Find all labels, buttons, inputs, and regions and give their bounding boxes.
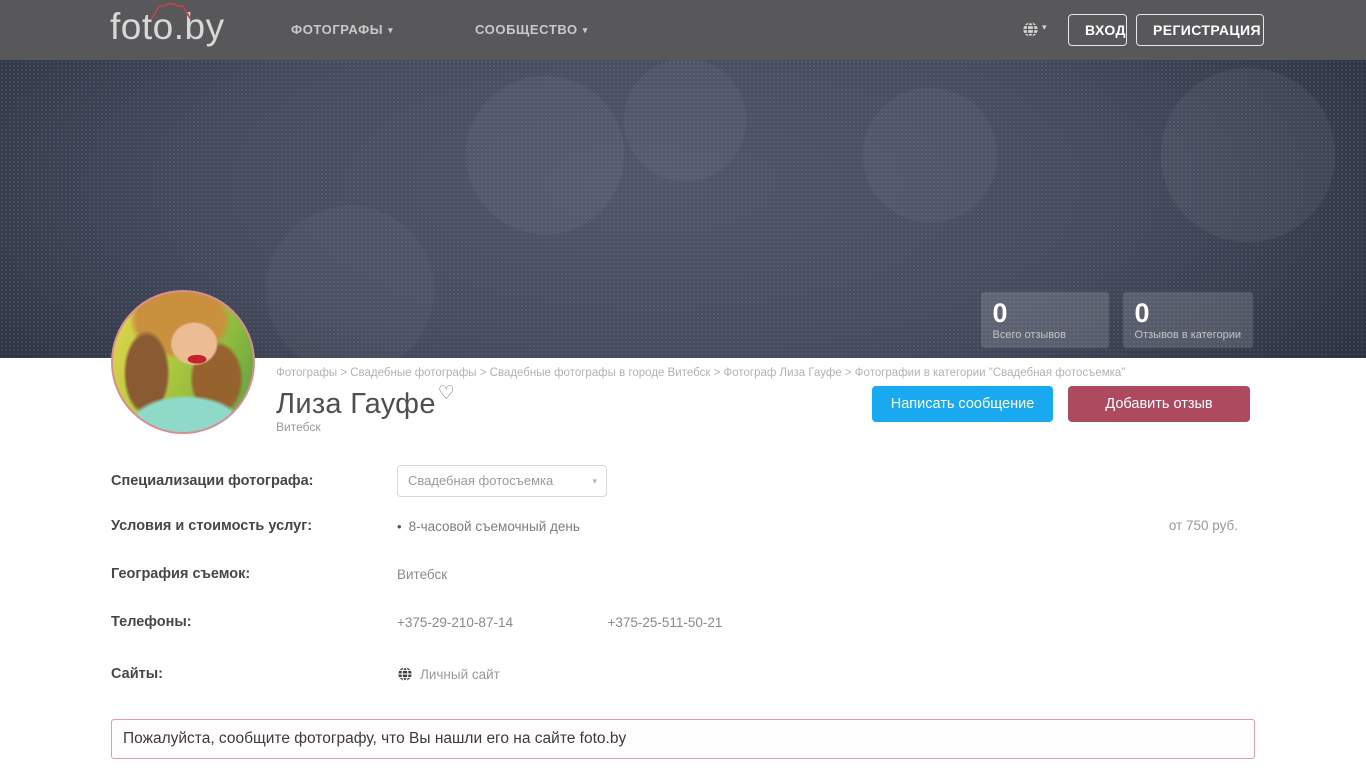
main-content: Фотографы > Свадебные фотографы > Свадеб… xyxy=(0,290,1366,768)
site-link-label: Личный сайт xyxy=(420,666,500,682)
pricing-item: 8-часовой съемочный день xyxy=(408,519,580,534)
geography-label: География съемок: xyxy=(111,566,251,582)
photographer-avatar[interactable] xyxy=(111,290,255,434)
notice-banner: Пожалуйста, сообщите фотографу, что Вы н… xyxy=(111,719,1255,759)
nav-item-community[interactable]: СООБЩЕСТВО ▾ xyxy=(475,0,588,60)
login-button[interactable]: ВХОД xyxy=(1068,14,1127,46)
nav-item-photographers[interactable]: ФОТОГРАФЫ ▾ xyxy=(291,0,393,60)
camera-outline-icon xyxy=(150,3,192,19)
chevron-down-icon: ▾ xyxy=(388,25,394,35)
nav-item-label: ФОТОГРАФЫ xyxy=(291,22,384,37)
specialization-select[interactable]: Свадебная фотосъемка ▾ xyxy=(397,465,607,497)
globe-icon xyxy=(397,666,413,682)
phones-label: Телефоны: xyxy=(111,614,192,630)
register-button[interactable]: РЕГИСТРАЦИЯ xyxy=(1136,14,1264,46)
stat-value: 0 xyxy=(992,298,1008,328)
nav-item-label: СООБЩЕСТВО xyxy=(475,22,578,37)
stat-value: 0 xyxy=(1134,298,1150,328)
language-switcher[interactable]: ▾ xyxy=(1022,21,1047,39)
site-logo[interactable]: foto.by xyxy=(110,3,250,56)
phone-number: +375-25-511-50-21 xyxy=(607,615,723,630)
bullet-icon: • xyxy=(397,519,402,534)
stat-label: Всего отзывов xyxy=(992,329,1066,341)
stat-category-reviews: 0 Отзывов в категории xyxy=(1122,292,1253,348)
favorite-heart-icon[interactable]: ♡ xyxy=(438,383,455,404)
breadcrumb[interactable]: Фотографы > Свадебные фотографы > Свадеб… xyxy=(276,367,1255,379)
geography-value: Витебск xyxy=(397,567,448,582)
sites-label: Сайты: xyxy=(111,666,163,682)
profile-actions: Написать сообщение Добавить отзыв xyxy=(872,386,1250,422)
stat-label: Отзывов в категории xyxy=(1134,329,1241,341)
chevron-down-icon: ▾ xyxy=(592,476,597,486)
page-title: Лиза Гауфе xyxy=(276,388,436,420)
selected-option: Свадебная фотосъемка xyxy=(408,473,554,488)
pricing-value: от 750 руб. xyxy=(1168,518,1238,533)
chevron-down-icon: ▾ xyxy=(1042,22,1047,32)
review-stats: 0 Всего отзывов 0 Отзывов в категории xyxy=(980,292,1253,348)
stat-total-reviews: 0 Всего отзывов xyxy=(980,292,1109,348)
send-message-button[interactable]: Написать сообщение xyxy=(872,386,1053,422)
add-review-button[interactable]: Добавить отзыв xyxy=(1068,386,1250,422)
specializations-label: Специализации фотографа: xyxy=(111,473,314,489)
chevron-down-icon: ▾ xyxy=(582,25,588,35)
globe-icon xyxy=(1022,21,1039,38)
personal-site-link[interactable]: Личный сайт xyxy=(397,666,500,682)
phone-number: +375-29-210-87-14 xyxy=(397,615,513,630)
pricing-label: Условия и стоимость услуг: xyxy=(111,518,313,534)
top-navbar: foto.by ФОТОГРАФЫ ▾ СООБЩЕСТВО ▾ ▾ ВХОД РЕ… xyxy=(0,0,1366,60)
profile-header: Лиза Гауфе ♡ xyxy=(276,382,455,421)
photographer-city: Витебск xyxy=(276,420,321,434)
